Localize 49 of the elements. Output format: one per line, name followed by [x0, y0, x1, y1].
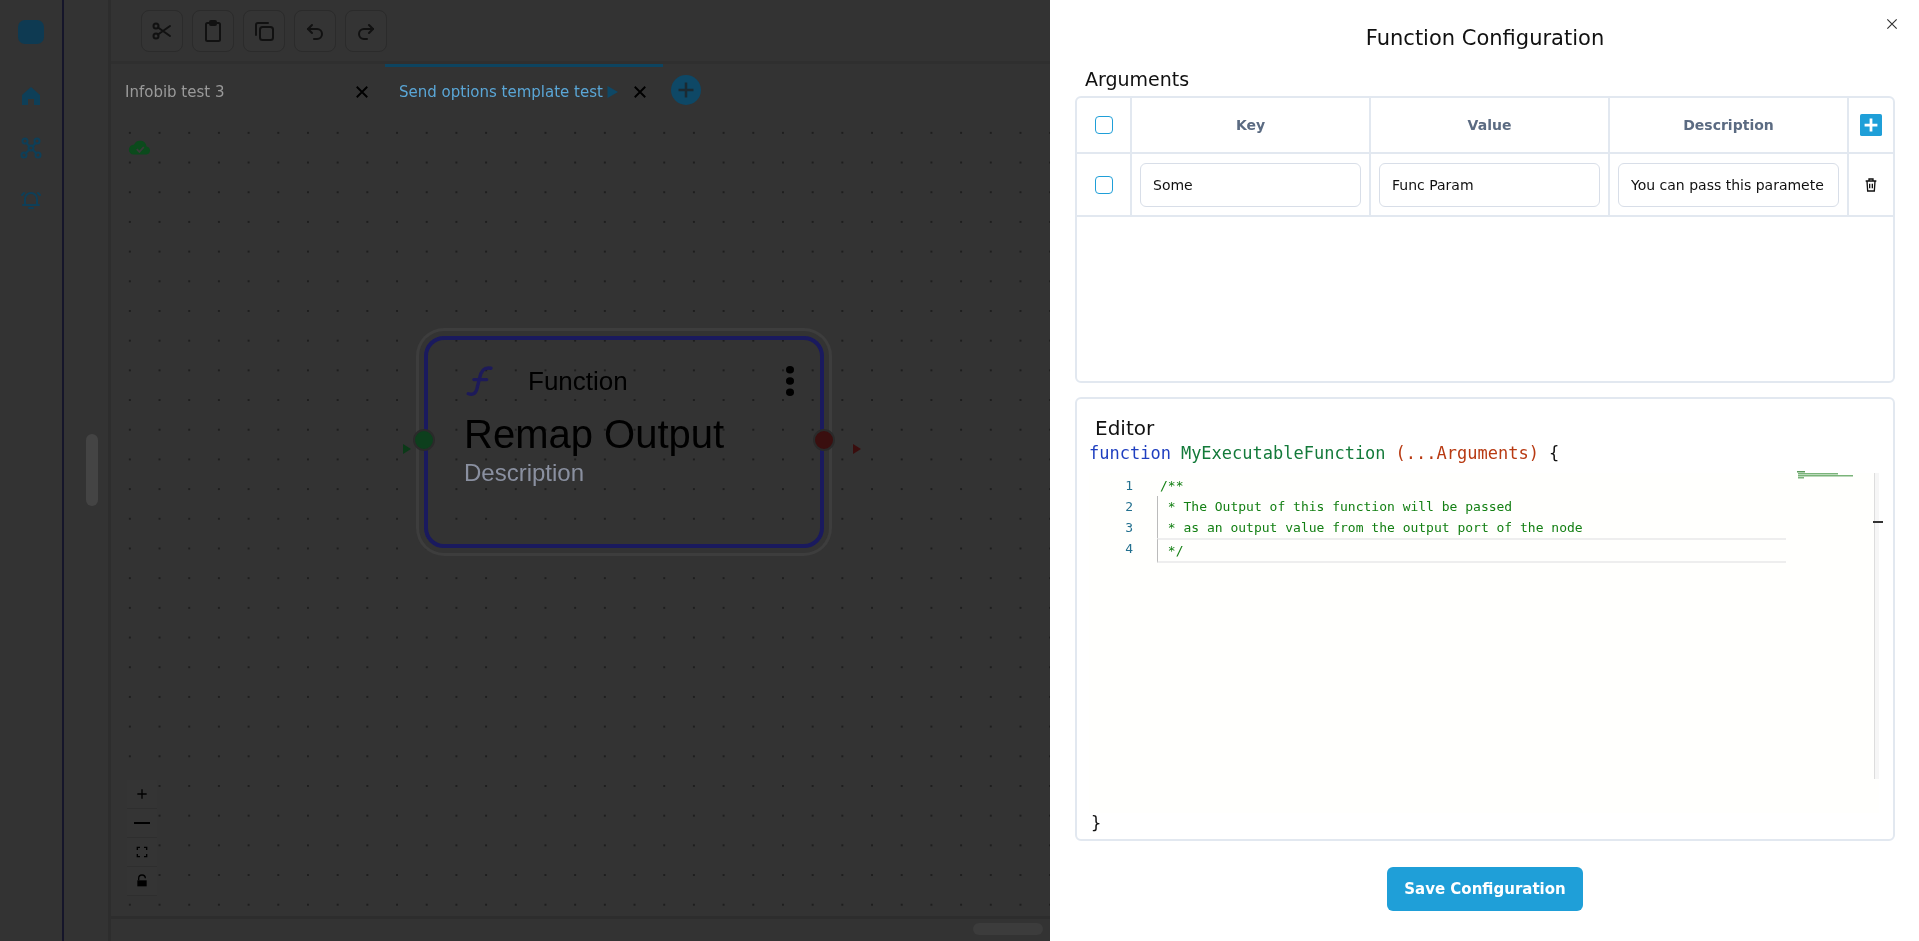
lock-icon [134, 873, 150, 889]
output-port[interactable] [813, 429, 835, 451]
plus-icon [134, 786, 150, 802]
tab-label[interactable]: Infobib test 3 [125, 82, 353, 101]
tab-label[interactable]: Send options template test [399, 82, 603, 101]
logo-icon [18, 20, 44, 44]
code-line: /** [1159, 477, 1185, 495]
save-button[interactable]: Save Configuration [1387, 867, 1583, 911]
undo-button[interactable] [294, 9, 336, 52]
line-number: 2 [1124, 498, 1133, 516]
column-header: Key [1132, 98, 1371, 152]
cut-button[interactable] [141, 9, 183, 52]
line-number: 3 [1124, 519, 1133, 537]
code-token: } [1091, 813, 1102, 833]
input-field[interactable]: Func Param [1379, 162, 1600, 207]
code-token: MyExecutableFunction [1180, 443, 1386, 463]
scroll-marker [1873, 521, 1883, 523]
column-header: Description [1610, 98, 1849, 152]
checkbox[interactable] [1094, 175, 1113, 194]
trash-icon[interactable] [1863, 176, 1879, 193]
section-heading: Arguments [1085, 68, 1191, 90]
node-description: Description [464, 459, 586, 487]
code-line: */ [1157, 538, 1786, 563]
add-icon[interactable] [1860, 114, 1882, 136]
input-port[interactable] [413, 429, 435, 451]
add-tab-icon[interactable] [671, 75, 701, 105]
close-icon[interactable] [1885, 17, 1899, 31]
network-icon[interactable] [19, 136, 43, 160]
more-icon[interactable] [786, 366, 794, 396]
redo-button[interactable] [345, 9, 387, 52]
minus-icon [134, 822, 150, 824]
code-line: * as an output value from the output port of the node [1157, 517, 1786, 538]
code-line: * The Output of this function will be passed [1157, 496, 1786, 517]
checkbox[interactable] [1094, 116, 1113, 134]
drawer-title: Function Configuration [1364, 26, 1606, 52]
section-heading: Editor [1095, 416, 1156, 440]
code-token: { [1548, 443, 1560, 463]
home-icon[interactable] [19, 84, 43, 108]
code-token: function [1089, 443, 1171, 463]
fit-view-icon [134, 844, 150, 860]
input-field[interactable]: Some [1140, 162, 1361, 207]
input-field[interactable]: You can pass this paramete [1618, 162, 1839, 207]
paste-button[interactable] [192, 9, 234, 52]
line-number: 1 [1124, 477, 1133, 495]
tab[interactable]: Infobib test 3 [111, 64, 385, 116]
line-number: 4 [1124, 540, 1133, 558]
code-token: (...Arguments) [1395, 443, 1539, 463]
column-header: Value [1371, 98, 1610, 152]
copy-button[interactable] [243, 9, 285, 52]
